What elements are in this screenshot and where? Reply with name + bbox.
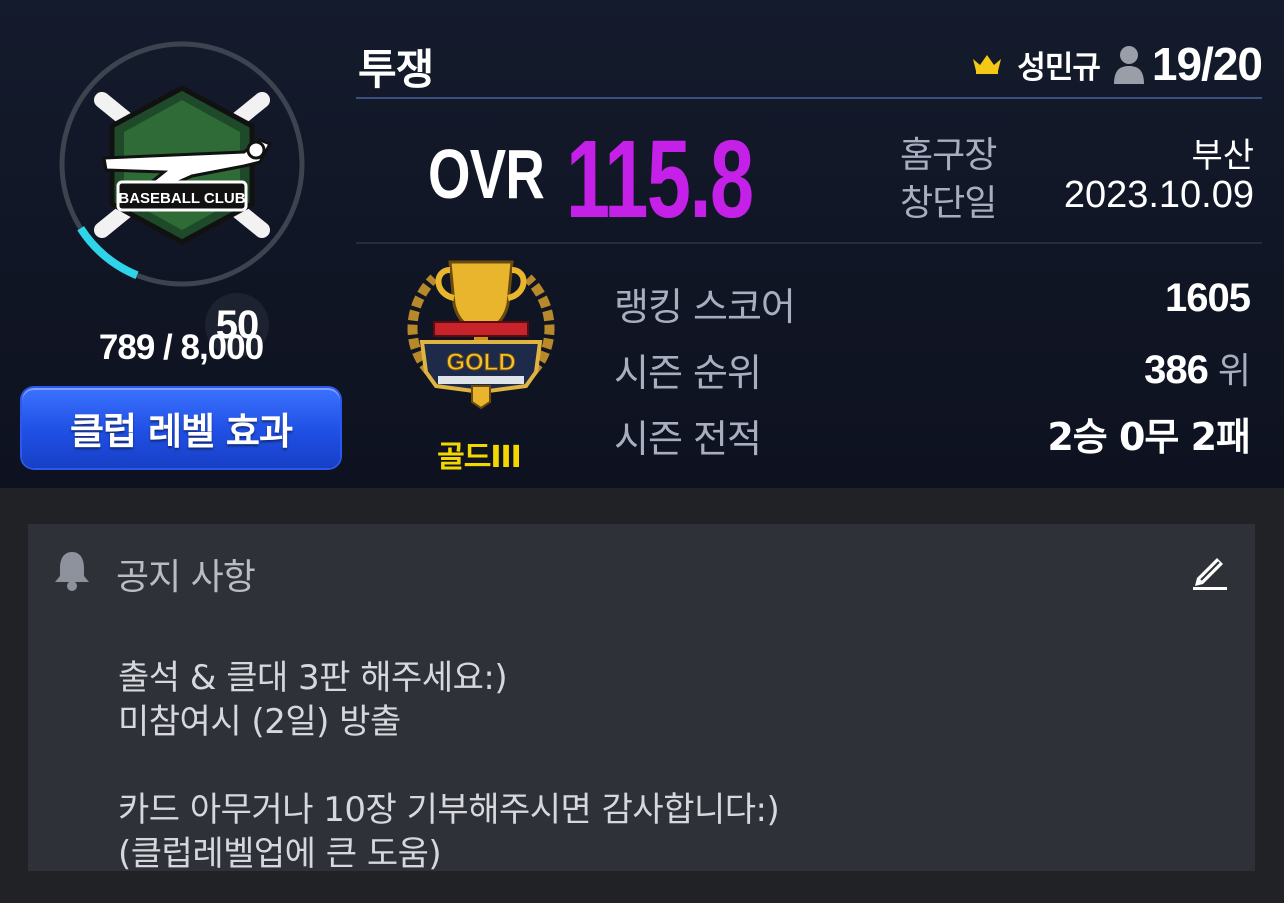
founded-date-label: 창단일 <box>900 183 997 224</box>
notice-line: 카드 아무거나 10장 기부해주시면 감사합니다:) <box>118 790 780 830</box>
stats-divider <box>356 242 1262 244</box>
notice-line: (클럽레벨업에 큰 도움) <box>118 834 442 871</box>
season-rank-unit: 위 <box>1217 351 1251 392</box>
notice-line: 미참여시 (2일) 방출 <box>118 702 401 742</box>
season-record-label: 시즌 전적 <box>614 417 762 461</box>
season-rank-label: 시즌 순위 <box>614 351 762 395</box>
gold-tier-emblem: GOLD <box>407 260 555 410</box>
notice-line: 출석 & 클대 3판 해주세요:) <box>118 658 508 698</box>
home-stadium-value: 부산 <box>1191 136 1254 176</box>
ovr-label: OVR <box>428 135 545 213</box>
club-name: 투쟁 <box>358 45 434 94</box>
club-emblem-area: BASEBALL CLUB 50 <box>56 38 308 357</box>
club-level-effect-button[interactable]: 클럽 레벨 효과 <box>22 388 340 468</box>
notice-line-gap <box>118 744 779 788</box>
ovr-value: 115.8 <box>566 118 754 241</box>
bell-icon <box>55 552 89 591</box>
emblem-text: BASEBALL CLUB <box>118 190 245 207</box>
crown-icon <box>973 55 1002 74</box>
club-exp-text: 789 / 8,000 <box>98 328 264 367</box>
season-rank-value: 386 <box>1144 348 1209 392</box>
club-leader-info: 성민규 19/20 <box>971 38 1263 90</box>
baseball-club-emblem: BASEBALL CLUB <box>94 85 273 245</box>
person-icon <box>1113 46 1144 84</box>
season-rank: 386 위 <box>1144 342 1251 394</box>
pencil-icon[interactable] <box>1191 550 1229 590</box>
founded-date-value: 2023.10.09 <box>1063 174 1254 216</box>
leader-name: 성민규 <box>1017 49 1101 86</box>
home-stadium-label: 홈구장 <box>900 135 997 176</box>
tier-name: 골드III <box>437 440 522 475</box>
season-record-value: 2승 0무 2패 <box>1047 415 1251 459</box>
notice-panel: 공지 사항 출석 & 클대 3판 해주세요:) 미참여시 (2일) 방출 카드 … <box>28 524 1255 871</box>
member-count: 19/20 <box>1151 38 1263 90</box>
club-info-panel: BASEBALL CLUB 50 789 / 8,000 클럽 레벨 효과 투쟁… <box>0 0 1284 488</box>
notice-body: 출석 & 클대 3판 해주세요:) 미참여시 (2일) 방출 카드 아무거나 1… <box>118 656 780 871</box>
ranking-score-label: 랭킹 스코어 <box>614 285 796 329</box>
ranking-score-value: 1605 <box>1165 276 1251 320</box>
notice-title: 공지 사항 <box>116 557 256 598</box>
header-divider <box>356 97 1262 99</box>
tier-badge-text: GOLD <box>446 349 515 376</box>
